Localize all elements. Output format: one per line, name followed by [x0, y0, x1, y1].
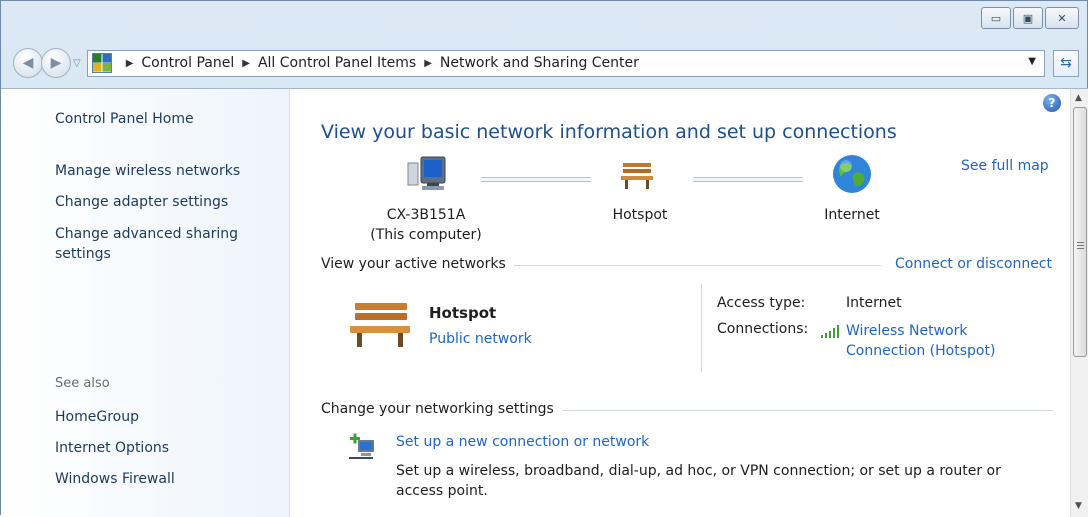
address-dropdown-icon[interactable]: ▼: [1028, 56, 1036, 67]
maximize-button[interactable]: ▣: [1013, 7, 1043, 29]
sidebar-link-internet-options[interactable]: Internet Options: [55, 438, 169, 458]
bench-icon[interactable]: [619, 159, 655, 191]
scroll-grip-icon: [1077, 242, 1084, 243]
sidebar: Control Panel Home Manage wireless netwo…: [1, 89, 290, 517]
sidebar-link-manage-wireless[interactable]: Manage wireless networks: [55, 161, 240, 181]
navigation-bar: ◀ ▶ ▽ ▶ Control Panel ▶ All Control Pane…: [1, 39, 1087, 87]
sidebar-link-control-panel-home[interactable]: Control Panel Home: [55, 109, 194, 129]
connect-disconnect-link[interactable]: Connect or disconnect: [887, 256, 1052, 272]
wireless-connection-link-line2[interactable]: Connection (Hotspot): [846, 341, 995, 361]
forward-button[interactable]: ▶: [41, 48, 71, 78]
see-also-label: See also: [55, 376, 110, 391]
back-arrow-icon: ◀: [22, 55, 34, 71]
sidebar-link-adapter-settings[interactable]: Change adapter settings: [55, 192, 228, 212]
active-network-name: Hotspot: [429, 304, 497, 322]
setup-description-line2: access point.: [396, 483, 488, 499]
hotspot-node-label: Hotspot: [612, 207, 668, 223]
sidebar-link-windows-firewall[interactable]: Windows Firewall: [55, 469, 175, 489]
change-settings-title: Change your networking settings: [321, 401, 562, 417]
computer-icon[interactable]: [405, 153, 447, 193]
map-connector-computer-hotspot: [481, 177, 591, 182]
wifi-signal-icon: [820, 325, 840, 339]
sidebar-link-advanced-sharing[interactable]: Change advanced sharing settings: [55, 224, 255, 264]
close-button[interactable]: ✕: [1045, 7, 1079, 29]
access-type-label: Access type:: [717, 295, 806, 311]
setup-description-line1: Set up a wireless, broadband, dial-up, a…: [396, 463, 1001, 479]
main-pane: ? View your basic network information an…: [291, 89, 1069, 517]
back-button[interactable]: ◀: [13, 48, 43, 78]
content-area: Control Panel Home Manage wireless netwo…: [1, 88, 1088, 517]
active-network-bench-icon: [347, 299, 413, 351]
computer-subtitle: (This computer): [370, 227, 482, 243]
address-bar[interactable]: ▶ Control Panel ▶ All Control Panel Item…: [86, 49, 1045, 77]
caption-buttons: ▭ ▣ ✕: [981, 7, 1079, 29]
computer-node-label: CX-3B151A (This computer): [351, 205, 501, 245]
breadcrumb-separator-icon[interactable]: ▶: [126, 58, 134, 69]
map-connector-hotspot-internet: [693, 177, 803, 182]
scroll-down-icon[interactable]: ▼: [1075, 501, 1082, 511]
page-title: View your basic network information and …: [321, 121, 897, 143]
connections-label: Connections:: [717, 321, 809, 337]
network-details-divider: [701, 284, 702, 372]
title-bar: ▭ ▣ ✕: [1, 1, 1087, 41]
active-networks-title: View your active networks: [321, 256, 514, 272]
internet-node-label: Internet: [824, 207, 880, 223]
sidebar-link-homegroup[interactable]: HomeGroup: [55, 407, 139, 427]
refresh-button[interactable]: ⇆: [1053, 49, 1079, 77]
see-full-map-link[interactable]: See full map: [961, 158, 1049, 174]
network-type-link[interactable]: Public network: [429, 331, 532, 347]
vertical-scrollbar[interactable]: ▲ ▼: [1070, 89, 1088, 517]
minimize-button[interactable]: ▭: [981, 7, 1011, 29]
setup-new-connection-description: Set up a wireless, broadband, dial-up, a…: [396, 461, 1056, 501]
refresh-icon: ⇆: [1060, 55, 1072, 71]
network-sharing-center-window: ▭ ▣ ✕ ◀ ▶ ▽ ▶ Control Panel ▶ All Contro…: [0, 0, 1088, 517]
breadcrumb-control-panel[interactable]: Control Panel: [141, 55, 234, 71]
wireless-connection-link[interactable]: Wireless Network Connection (Hotspot): [846, 321, 995, 361]
breadcrumb-all-items[interactable]: All Control Panel Items: [258, 55, 416, 71]
forward-arrow-icon: ▶: [50, 55, 62, 71]
new-connection-icon[interactable]: [347, 433, 377, 463]
computer-name: CX-3B151A: [386, 207, 466, 223]
setup-new-connection-link[interactable]: Set up a new connection or network: [396, 434, 649, 450]
breadcrumb-separator-icon[interactable]: ▶: [242, 58, 250, 69]
breadcrumb-separator-icon[interactable]: ▶: [424, 58, 432, 69]
scroll-up-icon[interactable]: ▲: [1075, 93, 1082, 103]
help-icon[interactable]: ?: [1043, 94, 1061, 112]
globe-icon[interactable]: [831, 153, 873, 195]
breadcrumb: ▶ Control Panel ▶ All Control Panel Item…: [118, 55, 639, 71]
scrollbar-thumb[interactable]: [1073, 107, 1087, 357]
breadcrumb-network-center[interactable]: Network and Sharing Center: [440, 55, 639, 71]
control-panel-icon: [91, 53, 112, 73]
recent-pages-dropdown[interactable]: ▽: [73, 58, 81, 69]
wireless-connection-link-line1[interactable]: Wireless Network: [846, 321, 995, 341]
access-type-value: Internet: [846, 295, 902, 311]
